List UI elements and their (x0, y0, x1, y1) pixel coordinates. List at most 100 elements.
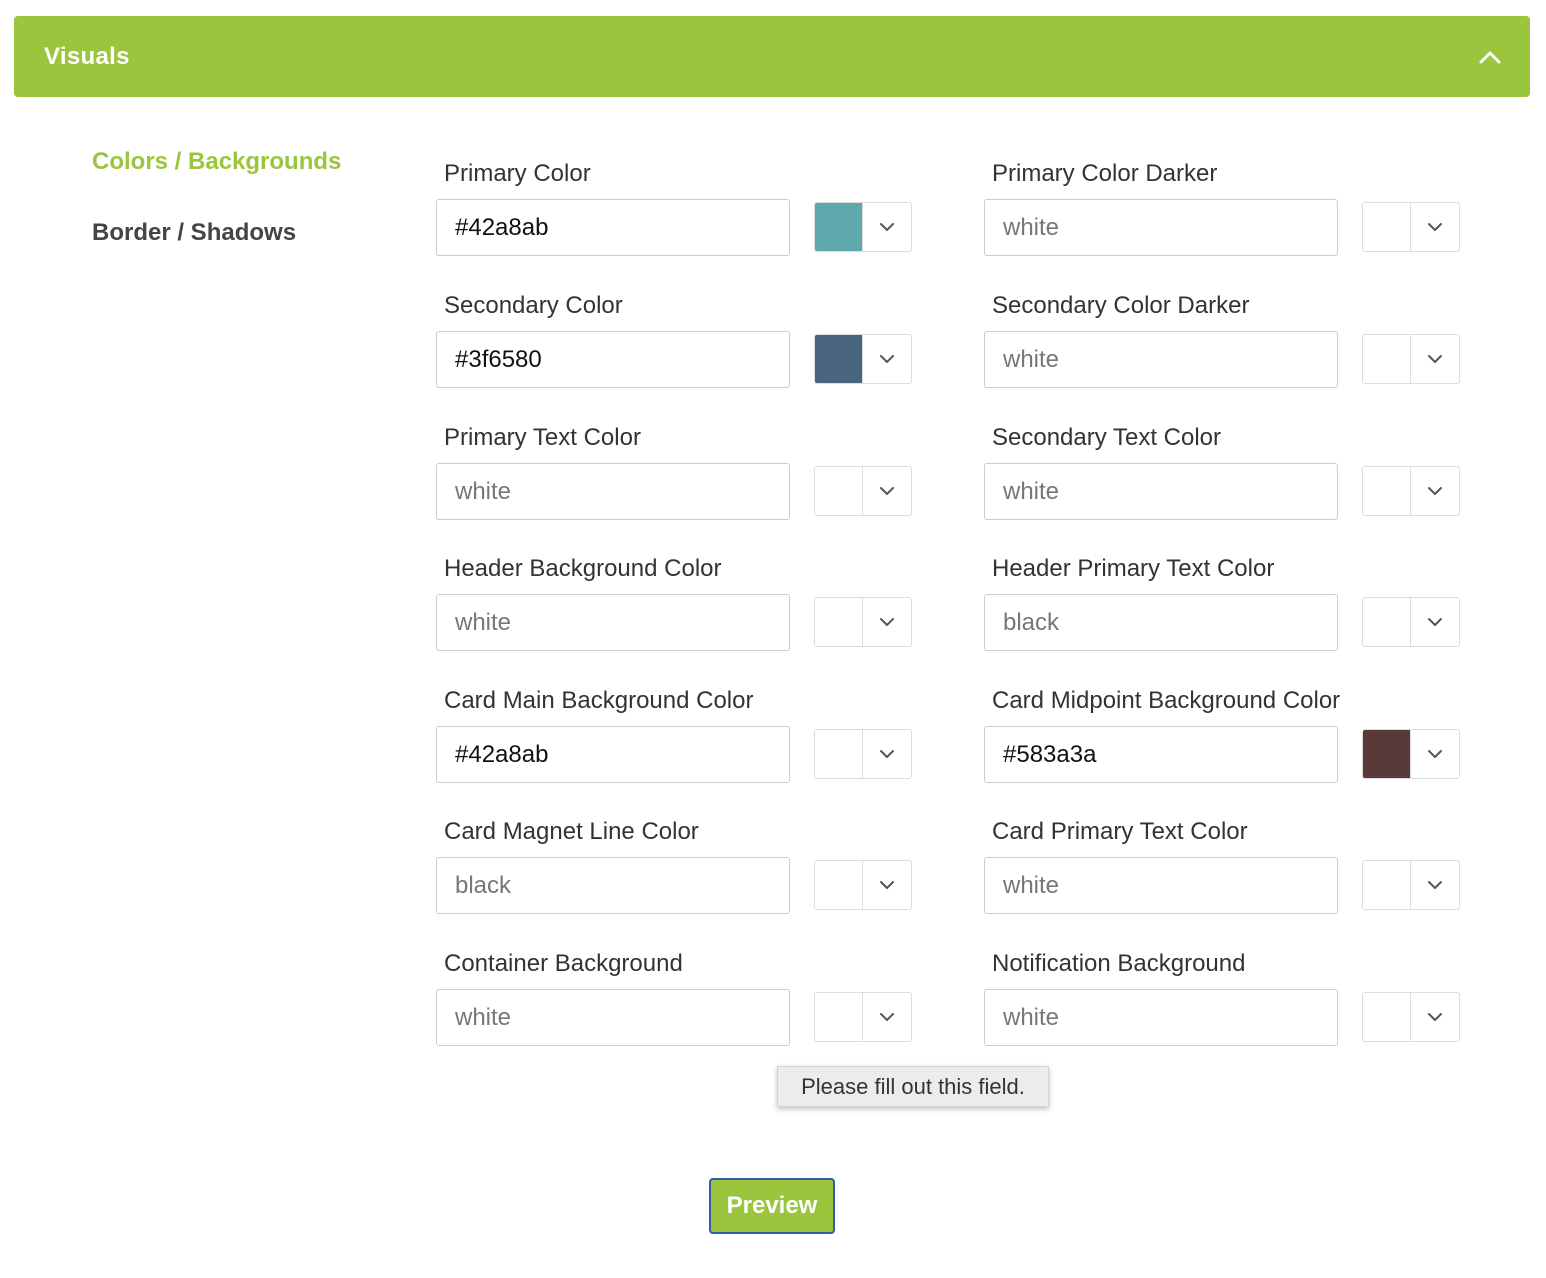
field-card-primary-text-color-label: Card Primary Text Color (992, 818, 1248, 845)
chevron-down-icon (880, 223, 894, 231)
color-swatch (1363, 203, 1411, 251)
validation-tooltip: Please fill out this field. (777, 1066, 1049, 1107)
chevron-down-icon (880, 881, 894, 889)
field-secondary-color-picker[interactable] (814, 334, 912, 384)
color-swatch (1363, 467, 1411, 515)
color-swatch (815, 335, 863, 383)
field-primary-color-label: Primary Color (444, 160, 591, 187)
field-header-primary-text-color-input[interactable] (984, 594, 1338, 651)
picker-toggle[interactable] (1411, 335, 1459, 383)
field-header-primary-text-color-label: Header Primary Text Color (992, 555, 1275, 582)
chevron-down-icon (1428, 881, 1442, 889)
field-primary-text-color-label: Primary Text Color (444, 424, 641, 451)
color-swatch (1363, 861, 1411, 909)
field-container-background-input[interactable] (436, 989, 790, 1046)
field-primary-color-darker-picker[interactable] (1362, 202, 1460, 252)
field-primary-text-color-picker[interactable] (814, 466, 912, 516)
field-secondary-color-darker-input[interactable] (984, 331, 1338, 388)
picker-toggle[interactable] (863, 598, 911, 646)
field-card-main-background-color-label: Card Main Background Color (444, 687, 754, 714)
field-primary-color-picker[interactable] (814, 202, 912, 252)
field-notification-background-input[interactable] (984, 989, 1338, 1046)
field-header-primary-text-color: Header Primary Text Color (984, 555, 1460, 655)
preview-button[interactable]: Preview (709, 1178, 835, 1234)
picker-toggle[interactable] (863, 730, 911, 778)
chevron-down-icon (1428, 355, 1442, 363)
field-card-primary-text-color: Card Primary Text Color (984, 818, 1460, 918)
nav-item-colors-backgrounds[interactable]: Colors / Backgrounds (92, 148, 341, 176)
field-card-midpoint-background-color-label: Card Midpoint Background Color (992, 687, 1341, 714)
field-card-magnet-line-color: Card Magnet Line Color (436, 818, 912, 918)
picker-toggle[interactable] (1411, 467, 1459, 515)
field-header-background-color-input[interactable] (436, 594, 790, 651)
picker-toggle[interactable] (863, 467, 911, 515)
collapse-button[interactable] (1470, 37, 1510, 77)
color-swatch (1363, 993, 1411, 1041)
visuals-panel-header[interactable]: Visuals (14, 16, 1530, 97)
field-secondary-color-input[interactable] (436, 331, 790, 388)
color-swatch (815, 598, 863, 646)
field-primary-text-color: Primary Text Color (436, 424, 912, 524)
picker-toggle[interactable] (1411, 861, 1459, 909)
field-card-midpoint-background-color-picker[interactable] (1362, 729, 1460, 779)
chevron-down-icon (880, 618, 894, 626)
picker-toggle[interactable] (1411, 993, 1459, 1041)
field-secondary-text-color: Secondary Text Color (984, 424, 1460, 524)
field-container-background: Container Background (436, 950, 912, 1050)
field-card-primary-text-color-picker[interactable] (1362, 860, 1460, 910)
chevron-down-icon (1428, 487, 1442, 495)
chevron-down-icon (1428, 750, 1442, 758)
field-card-midpoint-background-color-input[interactable] (984, 726, 1338, 783)
field-card-magnet-line-color-picker[interactable] (814, 860, 912, 910)
field-primary-color-darker: Primary Color Darker (984, 160, 1460, 260)
color-swatch (1363, 598, 1411, 646)
picker-toggle[interactable] (863, 335, 911, 383)
panel-title: Visuals (44, 42, 130, 70)
field-card-main-background-color-input[interactable] (436, 726, 790, 783)
field-secondary-color-darker-picker[interactable] (1362, 334, 1460, 384)
chevron-down-icon (880, 355, 894, 363)
field-secondary-color-label: Secondary Color (444, 292, 623, 319)
field-secondary-text-color-picker[interactable] (1362, 466, 1460, 516)
field-header-background-color: Header Background Color (436, 555, 912, 655)
picker-toggle[interactable] (1411, 203, 1459, 251)
picker-toggle[interactable] (1411, 598, 1459, 646)
field-primary-color-darker-label: Primary Color Darker (992, 160, 1218, 187)
chevron-down-icon (880, 487, 894, 495)
color-swatch (815, 730, 863, 778)
field-primary-color-darker-input[interactable] (984, 199, 1338, 256)
chevron-down-icon (1428, 223, 1442, 231)
field-notification-background-picker[interactable] (1362, 992, 1460, 1042)
field-primary-color: Primary Color (436, 160, 912, 260)
color-swatch (815, 993, 863, 1041)
color-swatch (815, 861, 863, 909)
field-secondary-color: Secondary Color (436, 292, 912, 392)
field-primary-text-color-input[interactable] (436, 463, 790, 520)
field-secondary-color-darker: Secondary Color Darker (984, 292, 1460, 392)
picker-toggle[interactable] (863, 861, 911, 909)
section-nav: Colors / Backgrounds Border / Shadows (92, 148, 341, 290)
color-swatch (1363, 335, 1411, 383)
field-primary-color-input[interactable] (436, 199, 790, 256)
field-card-magnet-line-color-input[interactable] (436, 857, 790, 914)
field-container-background-picker[interactable] (814, 992, 912, 1042)
picker-toggle[interactable] (863, 993, 911, 1041)
chevron-up-icon (1479, 51, 1501, 63)
color-swatch (815, 203, 863, 251)
field-card-magnet-line-color-label: Card Magnet Line Color (444, 818, 699, 845)
field-card-primary-text-color-input[interactable] (984, 857, 1338, 914)
field-secondary-text-color-label: Secondary Text Color (992, 424, 1222, 451)
field-header-background-color-picker[interactable] (814, 597, 912, 647)
picker-toggle[interactable] (1411, 730, 1459, 778)
chevron-down-icon (1428, 618, 1442, 626)
nav-item-border-shadows[interactable]: Border / Shadows (92, 219, 341, 247)
field-card-main-background-color-picker[interactable] (814, 729, 912, 779)
color-swatch (815, 467, 863, 515)
picker-toggle[interactable] (863, 203, 911, 251)
chevron-down-icon (1428, 1013, 1442, 1021)
field-secondary-text-color-input[interactable] (984, 463, 1338, 520)
chevron-down-icon (880, 750, 894, 758)
field-notification-background: Notification Background (984, 950, 1460, 1050)
field-secondary-color-darker-label: Secondary Color Darker (992, 292, 1250, 319)
field-header-primary-text-color-picker[interactable] (1362, 597, 1460, 647)
